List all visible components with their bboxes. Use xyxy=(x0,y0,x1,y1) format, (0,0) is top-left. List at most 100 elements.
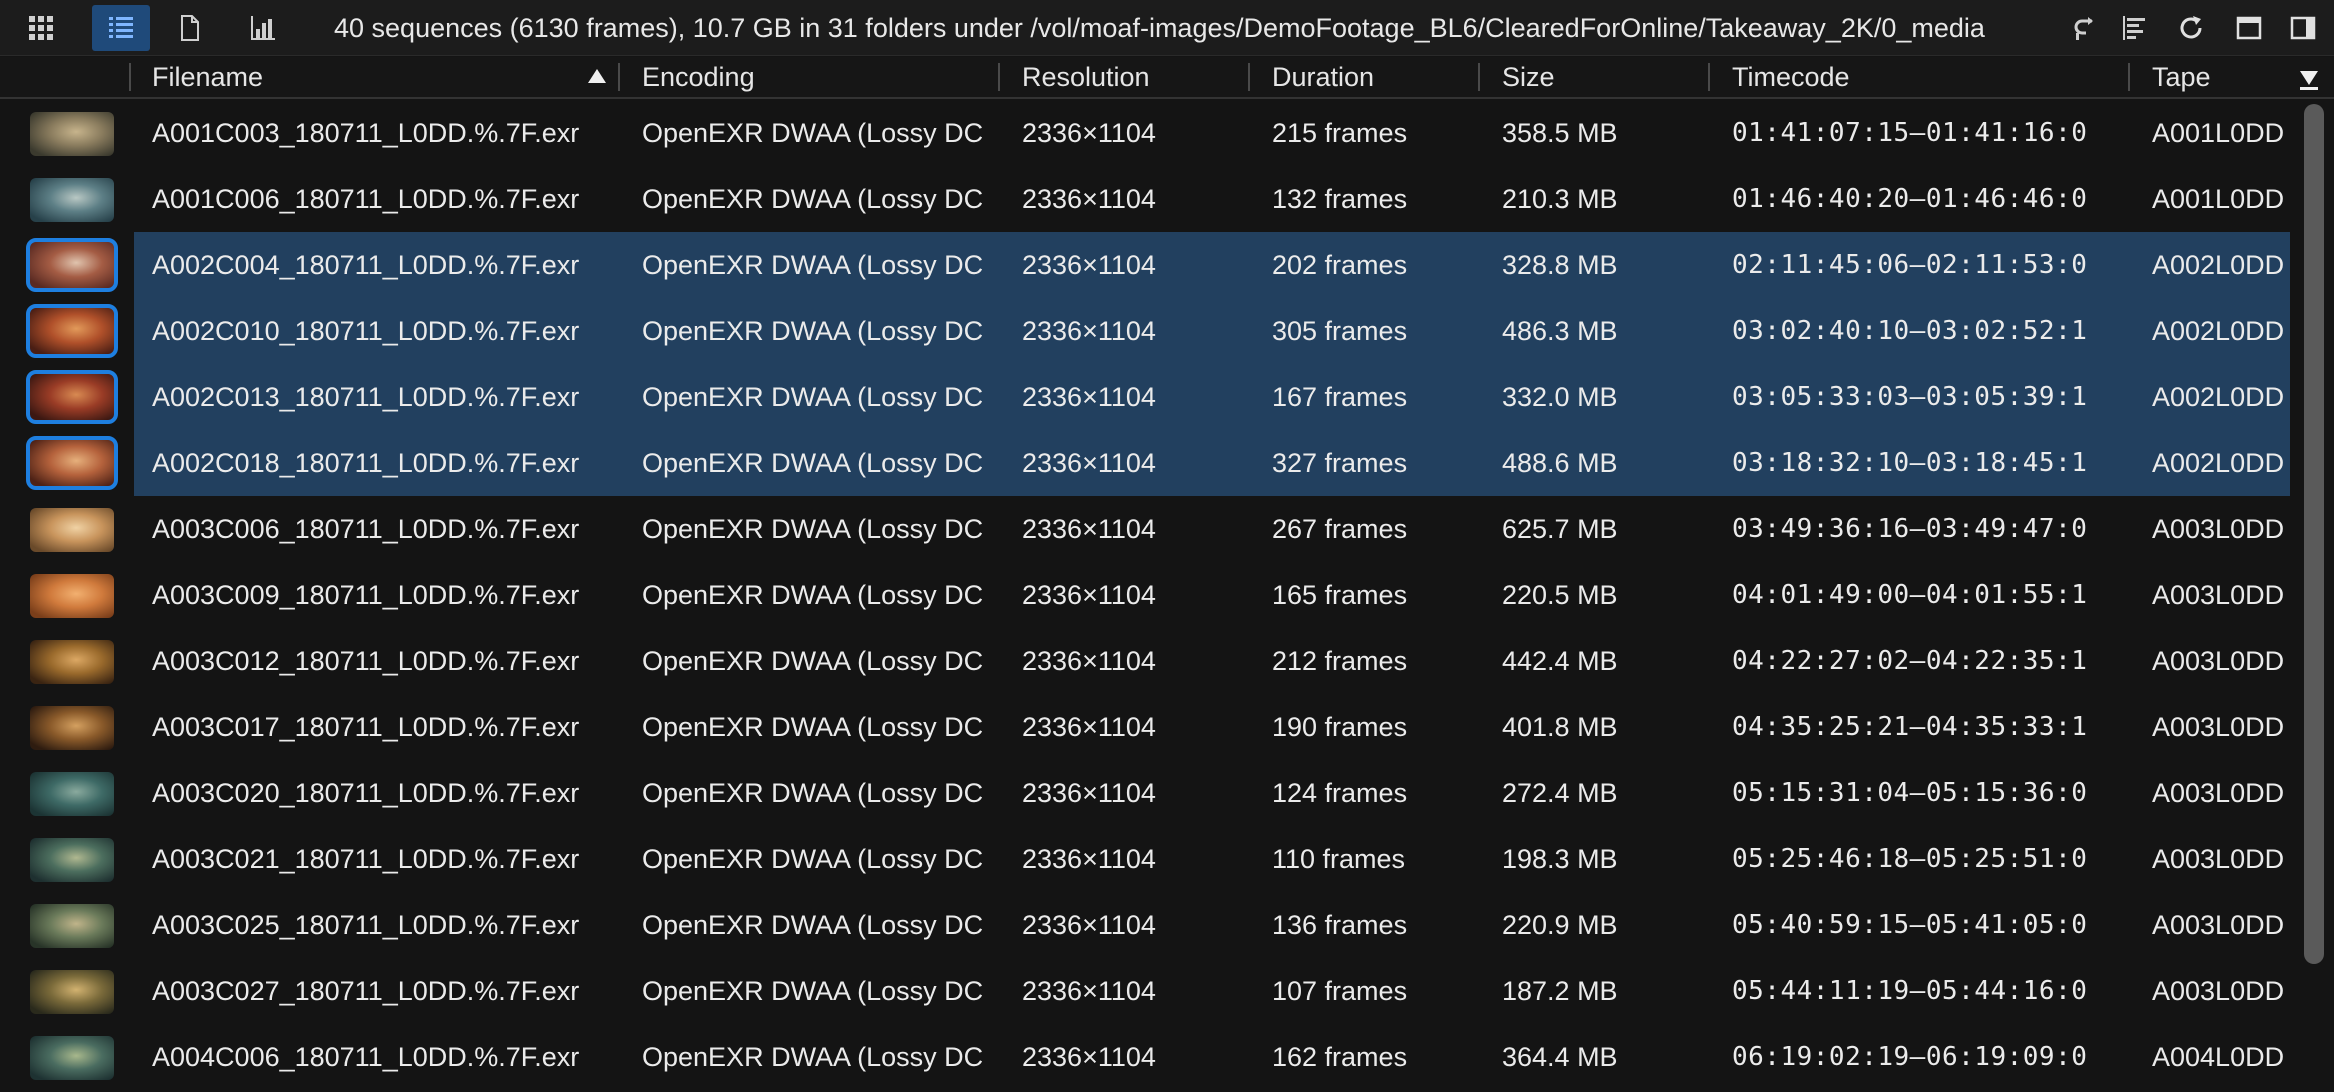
table-row[interactable]: A002C018_180711_L0DD.%.7F.exr OpenEXR DWA… xyxy=(0,430,2300,496)
grid-view-button[interactable] xyxy=(18,5,64,51)
table-row[interactable]: A001C006_180711_L0DD.%.7F.exr OpenEXR DWA… xyxy=(0,166,2300,232)
column-header-size[interactable]: Size xyxy=(1502,57,1555,97)
return-arrow-icon xyxy=(2074,17,2093,40)
cell-size: 401.8 MB xyxy=(1502,712,1618,742)
cell-duration: 136 frames xyxy=(1272,910,1408,940)
cell-encoding: OpenEXR DWAA (Lossy DC xyxy=(642,646,982,676)
thumbnail[interactable] xyxy=(30,970,114,1014)
cell-encoding: OpenEXR DWAA (Lossy DC xyxy=(642,844,982,874)
sidebar-toggle-button[interactable] xyxy=(2280,5,2326,51)
cell-timecode: 04:01:49:00–04:01:55:1 xyxy=(1732,580,2088,610)
column-header-encoding[interactable]: Encoding xyxy=(642,57,755,97)
table-row[interactable]: A003C021_180711_L0DD.%.7F.exr OpenEXR DWA… xyxy=(0,826,2300,892)
cell-encoding: OpenEXR DWAA (Lossy DC xyxy=(642,250,982,280)
list-view-button[interactable] xyxy=(92,5,150,51)
thumbnail[interactable] xyxy=(26,238,118,292)
cell-timecode: 03:05:33:03–03:05:39:1 xyxy=(1732,382,2088,412)
column-separator[interactable] xyxy=(618,63,620,91)
chart-view-button[interactable] xyxy=(240,5,286,51)
status-summary: 40 sequences (6130 frames), 10.7 GB in 3… xyxy=(334,13,1985,43)
thumbnail[interactable] xyxy=(30,112,114,156)
cell-timecode: 04:22:27:02–04:22:35:1 xyxy=(1732,646,2088,676)
thumbnail[interactable] xyxy=(30,508,114,552)
window-button[interactable] xyxy=(2226,5,2272,51)
table-row[interactable]: A002C013_180711_L0DD.%.7F.exr OpenEXR DWA… xyxy=(0,364,2300,430)
column-header: Filename Encoding Resolution Duration Si… xyxy=(0,57,2334,99)
sidebar-toggle-icon xyxy=(2290,16,2316,40)
thumbnail[interactable] xyxy=(30,178,114,222)
cell-resolution: 2336×1104 xyxy=(1022,382,1156,412)
column-header-tape[interactable]: Tape xyxy=(2152,57,2211,97)
thumbnail[interactable] xyxy=(26,436,118,490)
cell-duration: 124 frames xyxy=(1272,778,1408,808)
table-row[interactable]: A003C020_180711_L0DD.%.7F.exr OpenEXR DWA… xyxy=(0,760,2300,826)
thumbnail[interactable] xyxy=(30,838,114,882)
cell-resolution: 2336×1104 xyxy=(1022,712,1156,742)
return-button[interactable] xyxy=(2060,5,2106,51)
cell-timecode: 04:35:25:21–04:35:33:1 xyxy=(1732,712,2088,742)
cell-size: 210.3 MB xyxy=(1502,184,1618,214)
cell-size: 442.4 MB xyxy=(1502,646,1618,676)
column-header-filename[interactable]: Filename xyxy=(152,57,263,97)
cell-tape: A003L0DD xyxy=(2152,976,2285,1006)
vertical-scrollbar[interactable] xyxy=(2300,100,2334,1092)
table-row[interactable]: A003C009_180711_L0DD.%.7F.exr OpenEXR DWA… xyxy=(0,562,2300,628)
column-separator[interactable] xyxy=(2128,63,2130,91)
cell-resolution: 2336×1104 xyxy=(1022,976,1156,1006)
column-header-resolution[interactable]: Resolution xyxy=(1022,57,1150,97)
cell-duration: 162 frames xyxy=(1272,1042,1408,1072)
cell-encoding: OpenEXR DWAA (Lossy DC xyxy=(642,118,982,148)
cell-encoding: OpenEXR DWAA (Lossy DC xyxy=(642,184,982,214)
table-row[interactable]: A003C025_180711_L0DD.%.7F.exr OpenEXR DWA… xyxy=(0,892,2300,958)
grid-icon xyxy=(29,16,53,40)
table-row[interactable]: A004C006_180711_L0DD.%.7F.exr OpenEXR DWA… xyxy=(0,1024,2300,1090)
column-separator[interactable] xyxy=(129,63,131,91)
cell-timecode: 01:41:07:15–01:41:16:0 xyxy=(1732,118,2088,148)
align-button[interactable] xyxy=(2112,5,2158,51)
cell-tape: A003L0DD xyxy=(2152,844,2285,874)
table-row[interactable]: A003C012_180711_L0DD.%.7F.exr OpenEXR DWA… xyxy=(0,628,2300,694)
column-menu-icon[interactable] xyxy=(2300,71,2318,85)
cell-size: 486.3 MB xyxy=(1502,316,1618,346)
column-header-duration[interactable]: Duration xyxy=(1272,57,1374,97)
column-header-timecode[interactable]: Timecode xyxy=(1732,57,1850,97)
cell-duration: 327 frames xyxy=(1272,448,1408,478)
document-view-button[interactable] xyxy=(166,5,212,51)
thumbnail[interactable] xyxy=(30,574,114,618)
cell-size: 488.6 MB xyxy=(1502,448,1618,478)
thumbnail[interactable] xyxy=(30,640,114,684)
column-separator[interactable] xyxy=(1708,63,1710,91)
table-row[interactable]: A003C017_180711_L0DD.%.7F.exr OpenEXR DWA… xyxy=(0,694,2300,760)
table-row[interactable]: A001C003_180711_L0DD.%.7F.exr OpenEXR DWA… xyxy=(0,100,2300,166)
cell-size: 328.8 MB xyxy=(1502,250,1618,280)
cell-encoding: OpenEXR DWAA (Lossy DC xyxy=(642,514,982,544)
thumbnail[interactable] xyxy=(30,706,114,750)
thumbnail[interactable] xyxy=(30,1036,114,1080)
column-separator[interactable] xyxy=(1478,63,1480,91)
window-icon xyxy=(2236,16,2262,40)
cell-filename: A003C025_180711_L0DD.%.7F.exr xyxy=(152,910,580,940)
cell-duration: 107 frames xyxy=(1272,976,1408,1006)
cell-tape: A003L0DD xyxy=(2152,580,2285,610)
cell-duration: 165 frames xyxy=(1272,580,1408,610)
column-separator[interactable] xyxy=(998,63,1000,91)
cell-filename: A003C006_180711_L0DD.%.7F.exr xyxy=(152,514,580,544)
cell-timecode: 02:11:45:06–02:11:53:0 xyxy=(1732,250,2088,280)
cell-resolution: 2336×1104 xyxy=(1022,1042,1156,1072)
thumbnail[interactable] xyxy=(30,772,114,816)
sequence-list[interactable]: A001C003_180711_L0DD.%.7F.exr OpenEXR DWA… xyxy=(0,100,2300,1092)
thumbnail[interactable] xyxy=(26,304,118,358)
table-row[interactable]: A002C004_180711_L0DD.%.7F.exr OpenEXR DWA… xyxy=(0,232,2300,298)
table-row[interactable]: A003C027_180711_L0DD.%.7F.exr OpenEXR DWA… xyxy=(0,958,2300,1024)
column-separator[interactable] xyxy=(1248,63,1250,91)
thumbnail[interactable] xyxy=(26,370,118,424)
cell-tape: A002L0DD xyxy=(2152,250,2285,280)
thumbnail[interactable] xyxy=(30,904,114,948)
refresh-button[interactable] xyxy=(2168,5,2214,51)
cell-filename: A001C003_180711_L0DD.%.7F.exr xyxy=(152,118,580,148)
cell-timecode: 03:49:36:16–03:49:47:0 xyxy=(1732,514,2088,544)
scrollbar-thumb[interactable] xyxy=(2304,104,2324,964)
table-row[interactable]: A003C006_180711_L0DD.%.7F.exr OpenEXR DWA… xyxy=(0,496,2300,562)
table-row[interactable]: A002C010_180711_L0DD.%.7F.exr OpenEXR DWA… xyxy=(0,298,2300,364)
sort-ascending-icon[interactable] xyxy=(588,69,606,83)
